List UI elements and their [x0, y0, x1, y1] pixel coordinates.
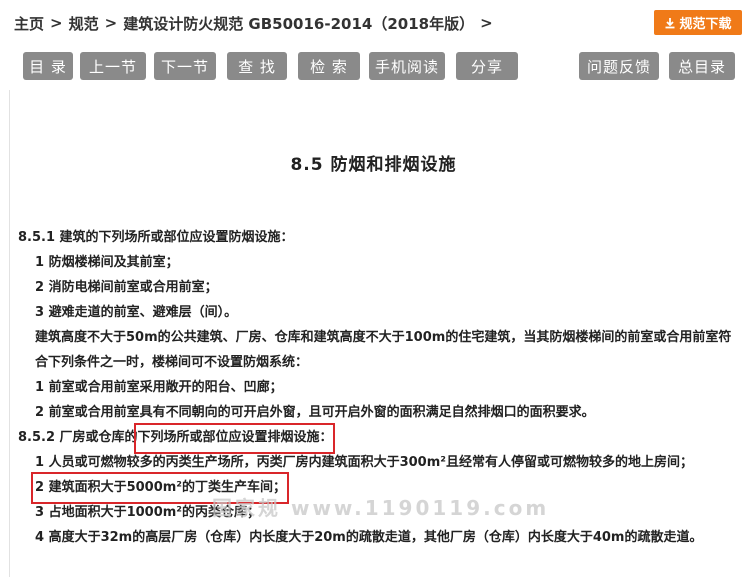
highlight-box-item: 2 建筑面积大于5000m²的丁类生产车间；	[31, 472, 289, 504]
clause-item: 2 建筑面积大于5000m²的丁类生产车间；	[18, 472, 743, 504]
next-section-button[interactable]: 下一节	[154, 52, 216, 80]
highlight-box-clause: 下列场所或部位应设置排烟设施：	[133, 423, 335, 454]
breadcrumb-separator: >	[50, 14, 63, 32]
clause-item: 1 人员或可燃物较多的丙类生产场所，丙类厂房内建筑面积大于300m²且经常有人停…	[35, 455, 693, 470]
mobile-read-button[interactable]: 手机阅读	[369, 52, 445, 80]
find-button[interactable]: 查 找	[227, 52, 287, 80]
breadcrumb-separator: >	[480, 14, 493, 32]
clause-paragraph: 建筑高度不大于50m的公共建筑、厂房、仓库和建筑高度不大于100m的住宅建筑，当…	[35, 330, 732, 370]
clause-8-5-2-prefix: 8.5.2 厂房或仓库的	[18, 430, 138, 445]
prev-section-button[interactable]: 上一节	[80, 52, 146, 80]
breadcrumb: 主页 > 规范 > 建筑设计防火规范 GB50016-2014（2018年版） …	[14, 11, 499, 35]
clause-8-5-1: 8.5.1 建筑的下列场所或部位应设置防烟设施：	[18, 230, 294, 245]
share-button[interactable]: 分享	[456, 52, 518, 80]
breadcrumb-separator: >	[104, 14, 118, 32]
feedback-button[interactable]: 问题反馈	[579, 52, 659, 80]
breadcrumb-category-link[interactable]: 规范	[69, 13, 99, 34]
clause-8-5-2: 8.5.2 厂房或仓库的下列场所或部位应设置排烟设施：	[18, 423, 743, 454]
clause-item: 1 防烟楼梯间及其前室；	[35, 255, 179, 270]
clause-item: 1 前室或合用前室采用敞开的阳台、凹廊；	[35, 380, 283, 395]
breadcrumb-home-link[interactable]: 主页	[14, 13, 44, 34]
download-icon	[665, 17, 675, 28]
clause-item: 4 高度大于32m的高层厂房（仓库）内长度大于20m的疏散走道，其他厂房（仓库）…	[35, 530, 703, 545]
article-content: 8.5.1 建筑的下列场所或部位应设置防烟设施： 1 防烟楼梯间及其前室； 2 …	[18, 225, 743, 550]
breadcrumb-current: 建筑设计防火规范 GB50016-2014（2018年版）	[123, 14, 475, 33]
download-button[interactable]: 规范下载	[654, 10, 742, 35]
clause-item: 2 前室或合用前室具有不同朝向的可开启外窗，且可开启外窗的面积满足自然排烟口的面…	[35, 405, 595, 420]
toc-button[interactable]: 目 录	[23, 52, 73, 80]
clause-item: 3 占地面积大于1000m²的丙类仓库；	[35, 505, 260, 520]
clause-item: 3 避难走道的前室、避难层（间）。	[35, 305, 238, 320]
master-toc-button[interactable]: 总目录	[669, 52, 735, 80]
section-title: 8.5 防烟和排烟设施	[290, 155, 457, 175]
search-button[interactable]: 检 索	[298, 52, 360, 80]
download-button-label: 规范下载	[679, 17, 732, 32]
clause-item: 2 消防电梯间前室或合用前室；	[35, 280, 218, 295]
